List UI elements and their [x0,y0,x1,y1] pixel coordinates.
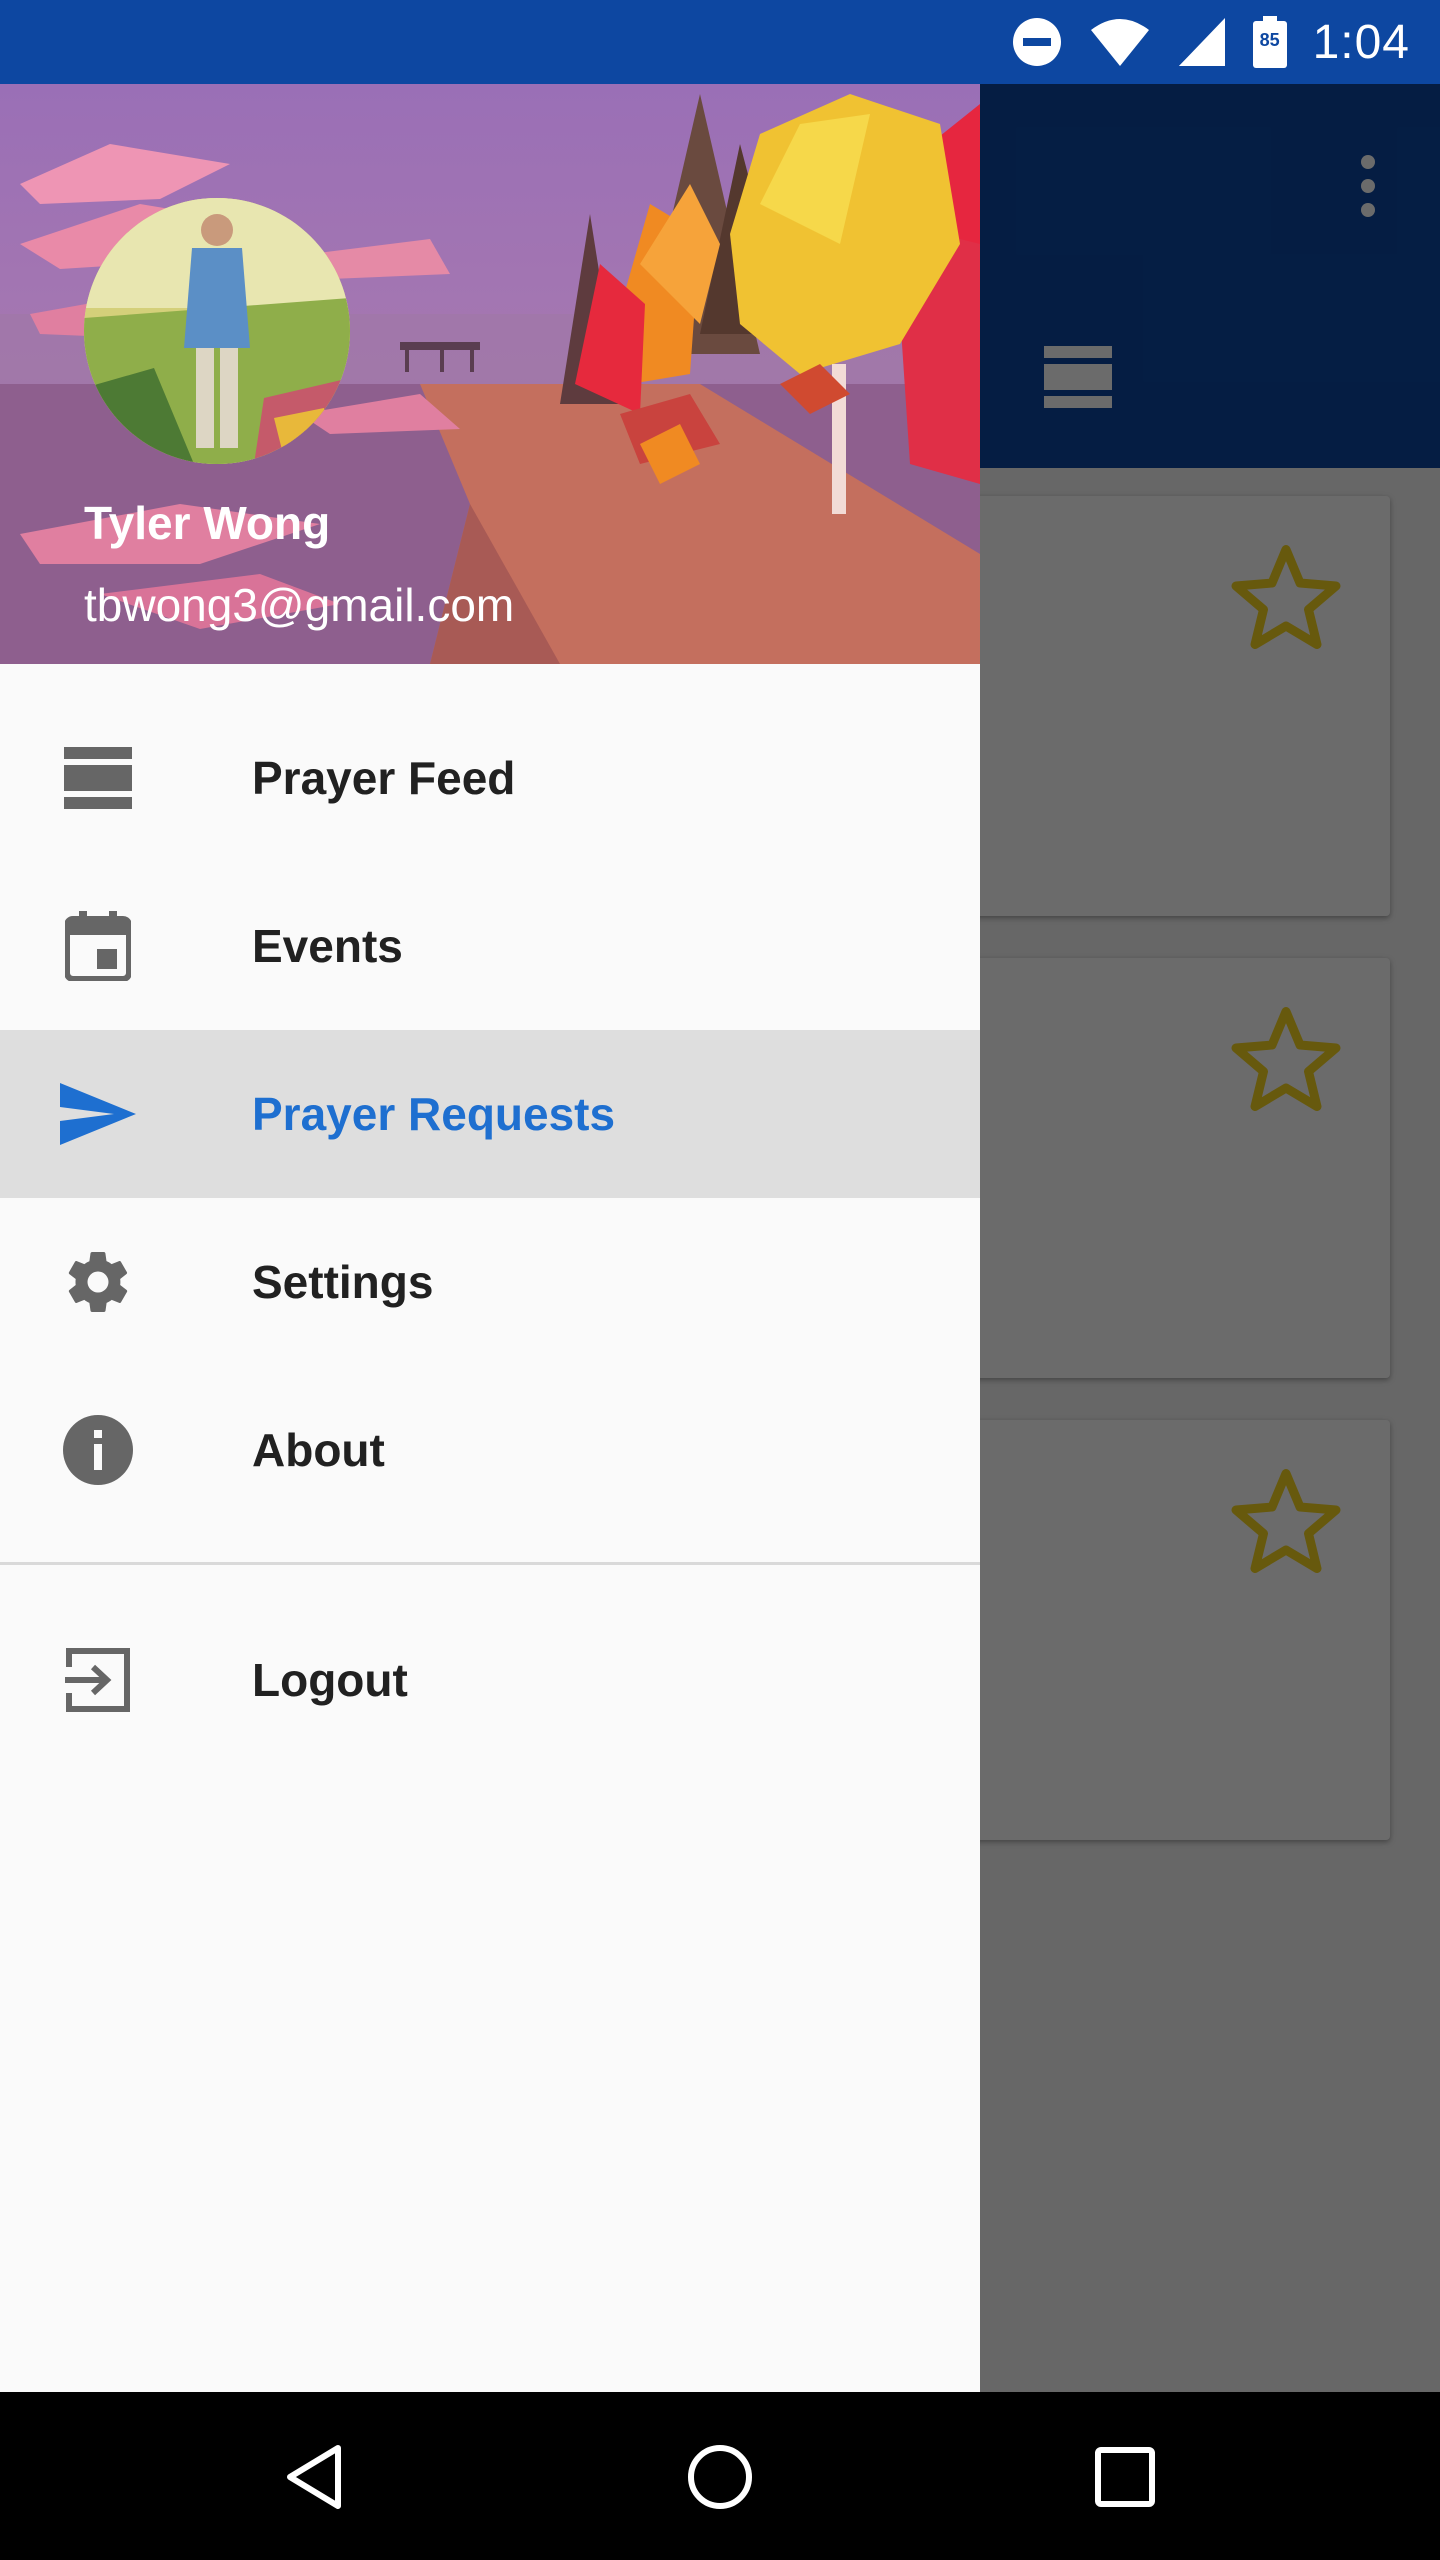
menu-item-prayer-requests[interactable]: Prayer Requests [0,1030,980,1198]
feed-icon [60,740,136,816]
menu-item-label: Prayer Feed [252,752,516,804]
back-button[interactable] [270,2432,360,2522]
drawer-header: Tyler Wong tbwong3@gmail.com [0,84,980,664]
battery-icon: 85 [1252,16,1287,68]
menu-item-label: Logout [252,1654,408,1706]
wifi-icon [1090,19,1149,66]
menu-item-logout[interactable]: Logout [0,1596,980,1764]
menu-item-label: Prayer Requests [252,1088,616,1140]
battery-level: 85 [1259,30,1280,50]
menu-item-label: Settings [252,1256,434,1308]
menu-item-events[interactable]: Events [0,862,980,1030]
cell-signal-icon [1178,18,1225,66]
gear-icon [60,1244,136,1320]
avatar-photo [84,198,350,464]
recents-icon [1095,2447,1155,2507]
status-bar: 85 1:04 [0,0,1440,84]
logout-icon [60,1642,136,1718]
info-icon [60,1412,136,1488]
home-icon [688,2445,752,2509]
status-time: 1:04 [1312,15,1410,69]
menu-item-settings[interactable]: Settings [0,1198,980,1366]
navigation-drawer: Tyler Wong tbwong3@gmail.com Prayer Feed… [0,84,980,2392]
avatar[interactable] [84,198,350,464]
user-name: Tyler Wong [84,497,331,549]
calendar-icon [60,908,136,984]
home-button[interactable] [675,2432,765,2522]
back-icon [287,2445,341,2509]
menu-item-label: About [252,1424,385,1476]
send-icon [60,1076,136,1152]
menu-item-about[interactable]: About [0,1366,980,1534]
system-nav-bar [0,2392,1440,2560]
menu-item-prayer-feed[interactable]: Prayer Feed [0,694,980,862]
user-email: tbwong3@gmail.com [84,579,515,631]
menu-divider [0,1562,980,1565]
do-not-disturb-icon [1012,18,1061,66]
menu-item-label: Events [252,920,403,972]
recents-button[interactable] [1080,2432,1170,2522]
